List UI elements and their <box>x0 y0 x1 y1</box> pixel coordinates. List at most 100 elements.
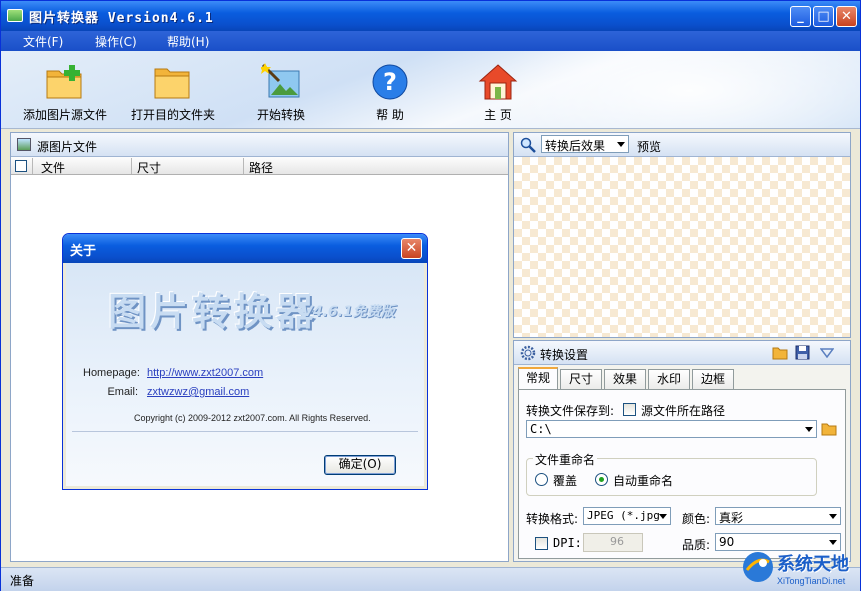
about-dialog: 关于 ✕ 图片转换器 V4.6.1免费版 Homepage: http://ww… <box>62 233 428 490</box>
open-dest-button[interactable]: 打开目的文件夹 <box>127 51 219 128</box>
site-watermark: 系统天地 XiTongTianDi.net <box>737 546 861 591</box>
save-to-label: 转换文件保存到: <box>526 404 615 418</box>
preview-canvas[interactable] <box>514 157 850 337</box>
home-label: 主 页 <box>484 108 512 122</box>
about-dialog-titlebar[interactable]: 关于 ✕ <box>63 234 427 263</box>
source-panel-title: 源图片文件 <box>37 140 98 154</box>
tab-general[interactable]: 常规 <box>518 367 558 389</box>
format-select[interactable]: JPEG (*.jpg <box>583 507 671 525</box>
help-label: 帮 助 <box>376 108 404 122</box>
svg-text:?: ? <box>383 68 397 96</box>
color-label: 颜色: <box>682 512 711 526</box>
add-source-button[interactable]: 添加图片源文件 <box>19 51 111 128</box>
minimize-button[interactable]: _ <box>790 6 811 27</box>
overwrite-label: 覆盖 <box>553 474 578 488</box>
version-badge: V4.6.1免费版 <box>302 304 395 320</box>
watermark-title: 系统天地 <box>777 554 849 575</box>
quality-label: 品质: <box>682 538 711 552</box>
status-bar: 准备 <box>1 567 860 591</box>
dpi-label: DPI: <box>553 536 582 550</box>
dpi-stepper[interactable]: 96 <box>583 533 643 552</box>
column-path[interactable]: 路径 <box>249 159 273 176</box>
home-button[interactable]: 主 页 <box>461 51 535 128</box>
globe-logo-icon <box>743 552 773 582</box>
divider <box>72 431 418 432</box>
maximize-button[interactable]: □ <box>813 6 834 27</box>
format-label: 转换格式: <box>526 512 579 526</box>
color-select[interactable]: 真彩 <box>715 507 841 525</box>
watermark-url: XiTongTianDi.net <box>777 576 846 586</box>
copyright-text: Copyright (c) 2009-2012 zxt2007.com. All… <box>134 413 371 423</box>
preview-panel: 转换后效果 预览 <box>513 132 851 338</box>
app-icon <box>7 9 23 22</box>
select-all-checkbox[interactable] <box>15 160 27 172</box>
source-path-checkbox[interactable] <box>623 403 636 416</box>
chevron-down-icon <box>617 142 625 147</box>
save-icon[interactable] <box>795 345 810 360</box>
help-icon: ? <box>372 64 408 100</box>
dpi-value: 96 <box>610 535 624 548</box>
title-bar[interactable]: 图片转换器 Version4.6.1 _ □ ✕ <box>1 1 860 31</box>
tab-size[interactable]: 尺寸 <box>560 369 602 389</box>
collapse-icon[interactable] <box>820 348 834 358</box>
tab-watermark[interactable]: 水印 <box>648 369 690 389</box>
magnifier-icon <box>520 137 536 153</box>
window-title: 图片转换器 Version4.6.1 <box>29 11 214 26</box>
close-button[interactable]: ✕ <box>836 6 857 27</box>
toolbar-decoration <box>480 51 860 128</box>
chevron-down-icon <box>829 540 837 545</box>
chevron-down-icon <box>805 427 813 432</box>
start-convert-button[interactable]: 开始转换 <box>237 51 325 128</box>
settings-panel-header: 转换设置 <box>514 341 850 365</box>
source-panel-header: 源图片文件 <box>11 133 508 157</box>
about-close-button[interactable]: ✕ <box>401 238 422 259</box>
browse-folder-icon[interactable] <box>821 422 837 436</box>
auto-rename-label: 自动重命名 <box>613 474 674 488</box>
save-path-select[interactable]: C:\ <box>526 420 817 438</box>
menu-bar: 文件(F) 操作(C) 帮助(H) <box>1 31 860 51</box>
homepage-label: Homepage: <box>83 367 140 379</box>
gear-icon <box>520 345 536 361</box>
home-icon <box>478 64 518 100</box>
format-value: JPEG (*.jpg <box>587 509 660 522</box>
preview-mode-select[interactable]: 转换后效果 <box>541 135 629 153</box>
email-link[interactable]: zxtwzwz@gmail.com <box>147 386 249 398</box>
about-dialog-body: 图片转换器 V4.6.1免费版 Homepage: http://www.zxt… <box>66 263 424 486</box>
settings-panel: 转换设置 常规 尺寸 效果 水印 边框 转换文件保存到: 源文件所在路径 C:\… <box>513 340 851 562</box>
start-convert-label: 开始转换 <box>256 108 305 122</box>
open-settings-icon[interactable] <box>772 345 788 360</box>
preview-mode-value: 转换后效果 <box>545 139 606 153</box>
menu-operate[interactable]: 操作(C) <box>95 33 137 50</box>
rename-group: 文件重命名 覆盖 自动重命名 <box>526 451 817 496</box>
column-file[interactable]: 文件 <box>41 159 65 176</box>
menu-file[interactable]: 文件(F) <box>23 33 63 50</box>
source-path-label: 源文件所在路径 <box>641 404 726 418</box>
overwrite-radio[interactable] <box>535 473 548 486</box>
color-value: 真彩 <box>719 511 744 525</box>
add-source-label: 添加图片源文件 <box>22 108 107 122</box>
column-divider <box>32 158 33 174</box>
help-button[interactable]: ? 帮 助 <box>353 51 427 128</box>
tab-border[interactable]: 边框 <box>692 369 734 389</box>
column-size[interactable]: 尺寸 <box>137 159 161 176</box>
tab-effect[interactable]: 效果 <box>604 369 646 389</box>
menu-help[interactable]: 帮助(H) <box>167 33 209 50</box>
column-divider <box>131 158 132 174</box>
chevron-down-icon <box>829 514 837 519</box>
general-tab-content: 转换文件保存到: 源文件所在路径 C:\ 文件重命名 覆盖 自动重命名 转换格式… <box>518 389 846 559</box>
dpi-checkbox[interactable] <box>535 537 548 550</box>
preview-label: 预览 <box>637 140 662 154</box>
email-label: Email: <box>107 386 138 398</box>
magic-wand-icon <box>261 63 300 98</box>
chevron-down-icon <box>659 514 667 519</box>
open-dest-label: 打开目的文件夹 <box>130 108 215 122</box>
main-window: 图片转换器 Version4.6.1 _ □ ✕ 文件(F) 操作(C) 帮助(… <box>0 0 861 591</box>
homepage-link[interactable]: http://www.zxt2007.com <box>147 367 263 379</box>
rename-group-title: 文件重命名 <box>533 451 598 468</box>
folder-icon <box>154 68 190 99</box>
quality-value: 90 <box>719 535 735 549</box>
ok-button[interactable]: 确定(O) <box>324 455 396 475</box>
status-text: 准备 <box>10 574 35 588</box>
preview-panel-header: 转换后效果 预览 <box>514 133 850 157</box>
auto-rename-radio[interactable] <box>595 473 608 486</box>
